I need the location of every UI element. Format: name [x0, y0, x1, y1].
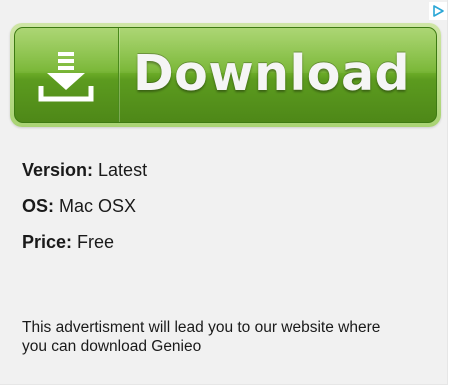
version-row: Version: Latest — [22, 157, 147, 193]
download-button-label: Download — [133, 45, 411, 102]
os-value: Mac OSX — [59, 196, 137, 216]
version-value: Latest — [98, 160, 148, 180]
os-label: OS: — [22, 196, 60, 216]
price-value: Free — [77, 232, 115, 252]
download-arrow-icon — [38, 52, 94, 102]
download-button[interactable]: Download — [10, 23, 441, 127]
download-button-face[interactable]: Download — [14, 27, 437, 123]
os-row: OS: Mac OSX — [22, 193, 147, 229]
price-label: Price: — [22, 232, 78, 252]
price-row: Price: Free — [22, 229, 147, 265]
version-label: Version: — [22, 160, 99, 180]
product-details: Version: Latest OS: Mac OSX Price: Free — [22, 157, 147, 265]
ad-panel: Download Version: Latest OS: Mac OSX Pri… — [0, 0, 448, 385]
download-icon-cell — [15, 28, 119, 122]
ad-disclaimer: This advertisment will lead you to our w… — [22, 319, 381, 355]
adchoices-icon[interactable] — [429, 2, 447, 20]
